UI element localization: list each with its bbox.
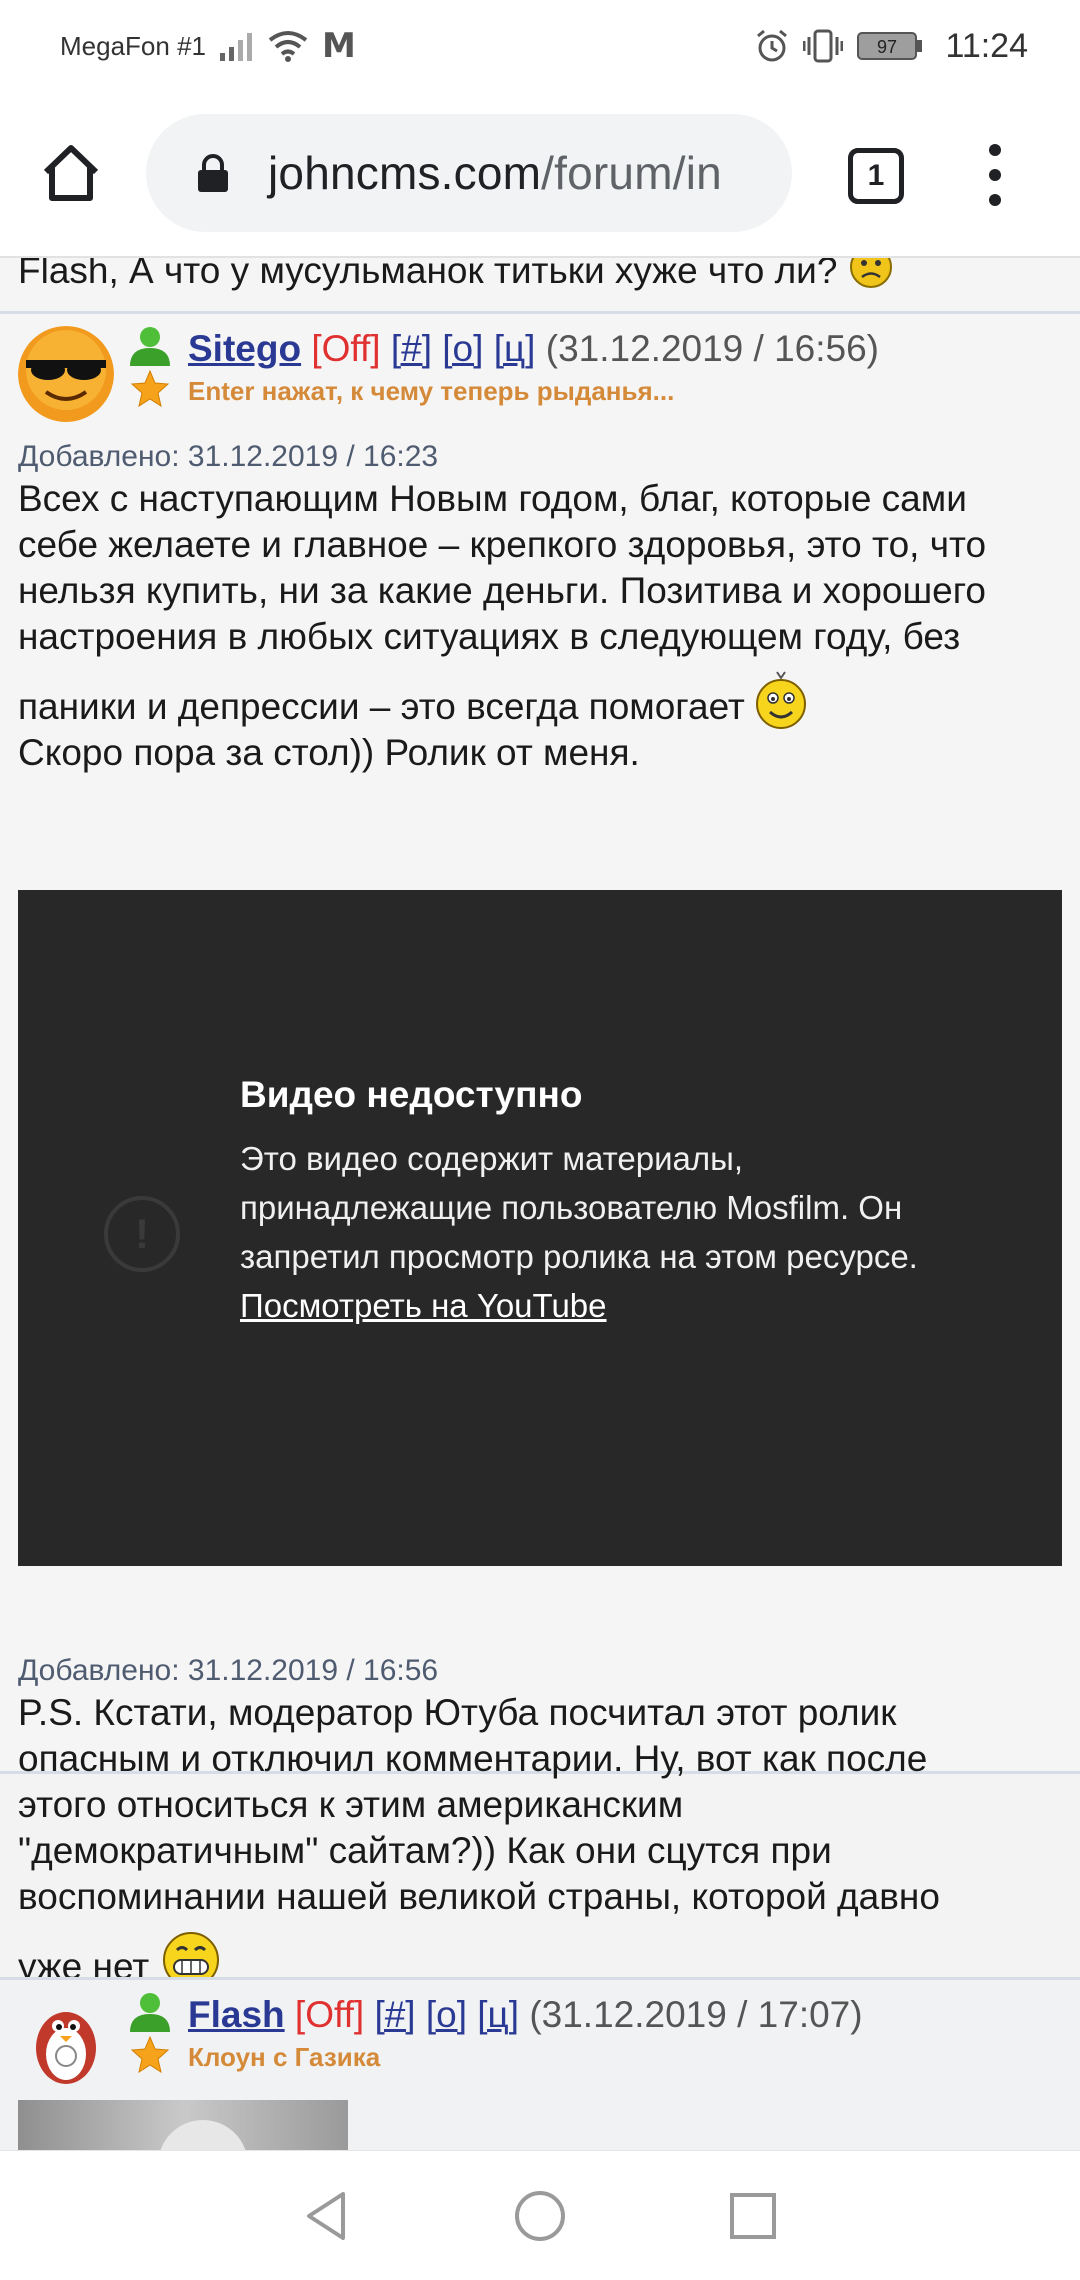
system-nav-bar [0,2150,1080,2280]
ps-line: опасным и отключил комментарии. Ну, вот … [18,1738,928,1779]
status-bar: MegaFon #1 M 97 11:24 [0,0,1080,92]
forum-post: Flash [Off] [#] [о] [ц] (31.12.2019 / 17… [0,1977,1080,2150]
post-body: Всех с наступающим Новым годом, благ, ко… [18,476,1068,776]
reply-link[interactable]: [о] [442,328,483,369]
user-info: Sitego [Off] [#] [о] [ц] (31.12.2019 / 1… [188,326,879,407]
user-line: Sitego [Off] [#] [о] [ц] (31.12.2019 / 1… [188,326,879,372]
clock: 11:24 [945,26,1028,65]
ps-line: P.S. Кстати, модератор Ютуба посчитал эт… [18,1692,897,1733]
ps-line: "демократичным" сайтам?)) Как они сцутся… [18,1830,832,1871]
video-title: Видео недоступно [240,1074,583,1115]
ps-line: этого относиться к этим американским [18,1784,684,1825]
home-icon[interactable] [40,142,102,204]
video-embed[interactable]: ! Видео недоступно Это видео содержит ма… [18,890,1062,1566]
user-online-icon [130,1993,170,2032]
network-m-icon: M [321,26,356,66]
sad-smiley-icon [849,258,892,289]
url-path: /forum/in [541,147,722,199]
lock-icon [198,154,228,192]
prev-post: Flash, А что у мусульманок титьки хуже ч… [0,258,1080,314]
avatar[interactable] [18,326,114,422]
body-line: себе желаете и главное – крепкого здоров… [18,524,987,565]
permalink-link[interactable]: [#] [374,1994,415,2035]
body-line: паники и депрессии – это всегда помогает [18,686,745,727]
prev-post-line: Flash, А что у мусульманок титьки хуже ч… [18,258,838,291]
offline-status: [Off] [294,1994,365,2035]
post-image[interactable] [18,2100,348,2150]
user-status: Enter нажат, к чему теперь рыданья... [188,376,675,406]
back-icon[interactable] [297,2186,357,2246]
body-line: настроения в любых ситуациях в следующем… [18,616,961,657]
battery-icon: 97 [857,32,923,60]
post-header: Flash [Off] [#] [о] [ц] (31.12.2019 / 17… [18,1992,863,2088]
more-menu-icon[interactable] [980,144,1010,206]
avatar[interactable] [18,1992,114,2088]
video-message: Это видео содержит материалы, принадлежа… [240,1140,918,1275]
body-line: нельзя купить, ни за какие деньги. Позит… [18,570,986,611]
home-circle-icon[interactable] [510,2186,570,2246]
user-info: Flash [Off] [#] [о] [ц] (31.12.2019 / 17… [188,1992,863,2073]
ps-line: воспоминании нашей великой страны, котор… [18,1876,940,1917]
warning-icon: ! [104,1196,180,1272]
reply-link[interactable]: [о] [426,1994,467,2035]
url-text: johncms.com/forum/in [268,146,722,200]
star-icon [130,2036,170,2074]
video-message-block: Это видео содержит материалы, принадлежа… [240,1134,1000,1330]
quote-link[interactable]: [ц] [477,1994,519,2035]
postscript: P.S. Кстати, модератор Ютуба посчитал эт… [18,1690,1068,1990]
user-status: Клоун с Газика [188,2042,381,2072]
tab-switcher-button[interactable]: 1 [848,148,904,204]
user-line: Flash [Off] [#] [о] [ц] (31.12.2019 / 17… [188,1992,863,2038]
username-link[interactable]: Sitego [188,328,301,369]
user-badges [122,326,178,408]
browser-toolbar: johncms.com/forum/in 1 [0,92,1080,258]
body-line: Всех с наступающим Новым годом, благ, ко… [18,478,967,519]
forum-post: Sitego [Off] [#] [о] [ц] (31.12.2019 / 1… [0,314,1080,1988]
quote-link[interactable]: [ц] [494,328,536,369]
signal-icon [219,33,252,61]
status-left: MegaFon #1 M [60,26,356,66]
prev-post-text: Flash, А что у мусульманок титьки хуже ч… [18,258,894,294]
offline-status: [Off] [311,328,381,369]
added-timestamp: Добавлено: 31.12.2019 / 16:56 [18,1654,439,1687]
battery-level: 97 [877,37,897,57]
post-date: (31.12.2019 / 17:07) [529,1994,863,2035]
status-right: 97 11:24 [755,27,1028,66]
recents-icon[interactable] [723,2186,783,2246]
alarm-icon [757,29,788,62]
post-header: Sitego [Off] [#] [о] [ц] (31.12.2019 / 1… [18,326,879,422]
permalink-link[interactable]: [#] [391,328,432,369]
watch-on-youtube-link[interactable]: Посмотреть на YouTube [240,1281,1000,1330]
wifi-icon [268,31,308,62]
post-date: (31.12.2019 / 16:56) [545,328,880,369]
added-timestamp: Добавлено: 31.12.2019 / 16:23 [18,440,439,473]
body-line-with-smiley: паники и депрессии – это всегда помогает [18,660,1068,730]
carrier-name: MegaFon #1 [60,30,206,61]
vibrate-icon [803,29,844,63]
user-online-icon [130,327,170,366]
username-link[interactable]: Flash [188,1994,285,2035]
star-icon [130,370,170,408]
address-bar[interactable]: johncms.com/forum/in [146,114,792,232]
url-domain: johncms.com [268,147,542,199]
forum-page: Flash, А что у мусульманок титьки хуже ч… [0,258,1080,2150]
body-line: Скоро пора за стол)) Ролик от меня. [18,732,640,773]
user-badges [122,1992,178,2074]
smiley-icon [755,671,806,729]
